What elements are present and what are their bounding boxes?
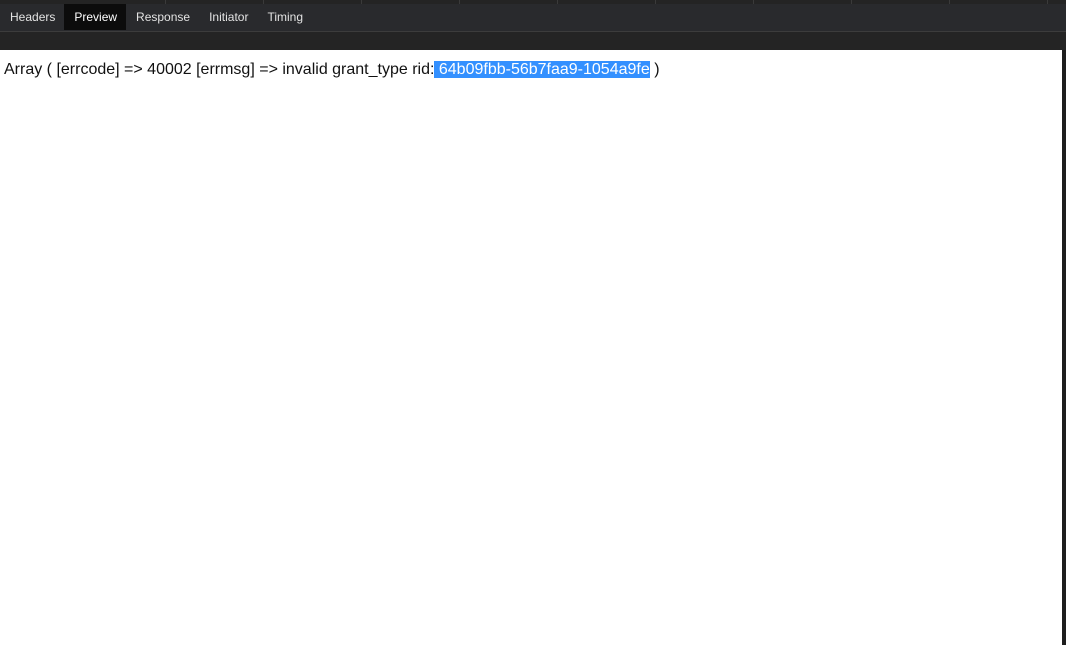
tab-preview[interactable]: Preview [64, 4, 127, 30]
column-divider [851, 0, 852, 4]
devtools-panel: Headers Preview Response Initiator Timin… [0, 0, 1066, 645]
response-text-closing: ) [649, 61, 660, 78]
response-preview-pane[interactable]: Array ( [errcode] => 40002 [errmsg] => i… [0, 50, 1062, 645]
tab-headers[interactable]: Headers [0, 4, 64, 30]
column-divider [557, 0, 558, 4]
column-divider [753, 0, 754, 4]
column-divider [949, 0, 950, 4]
tab-initiator[interactable]: Initiator [199, 4, 257, 30]
devtools-tab-bar: Headers Preview Response Initiator Timin… [0, 0, 1066, 32]
column-divider [655, 0, 656, 4]
column-divider [361, 0, 362, 4]
selected-request-id[interactable]: 64b09fbb-56b7faa9-1054a9fe [434, 61, 650, 78]
tab-list: Headers Preview Response Initiator Timin… [0, 4, 312, 30]
tab-response[interactable]: Response [126, 4, 199, 30]
column-divider [459, 0, 460, 4]
column-divider [1047, 0, 1048, 4]
preview-toolbar-strip [0, 32, 1066, 50]
response-text-plain: Array ( [errcode] => 40002 [errmsg] => i… [4, 61, 435, 78]
preview-scrollbar-track[interactable] [1062, 50, 1066, 645]
response-body-text[interactable]: Array ( [errcode] => 40002 [errmsg] => i… [4, 60, 660, 80]
tab-timing[interactable]: Timing [257, 4, 312, 30]
